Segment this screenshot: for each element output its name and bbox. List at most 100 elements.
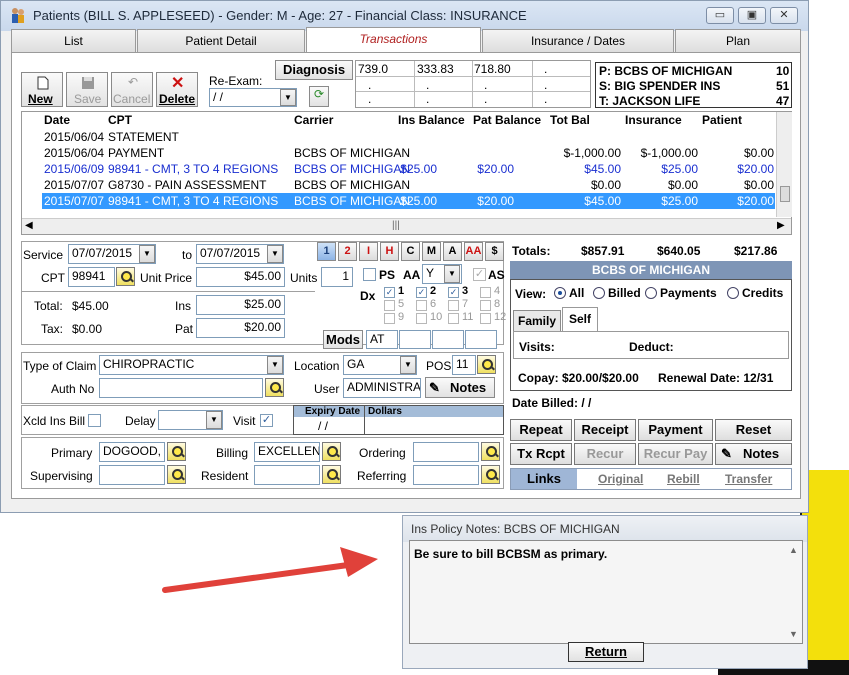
table-row[interactable]: 2015/06/04 PAYMENT BCBS OF MICHIGAN $-1,000…: [22, 145, 775, 161]
col-date[interactable]: Date: [44, 113, 70, 127]
mod3-field[interactable]: [432, 330, 464, 349]
payment-button[interactable]: Payment: [638, 419, 713, 441]
dx-cell[interactable]: .: [426, 92, 429, 106]
return-button[interactable]: Return: [568, 642, 644, 662]
dx-checkbox-5[interactable]: [384, 300, 395, 311]
dx-cell[interactable]: .: [368, 92, 371, 106]
col-ins-balance[interactable]: Ins Balance: [398, 113, 465, 127]
billing-provider-field[interactable]: EXCELLENT: [254, 442, 320, 462]
diagnosis-button[interactable]: Diagnosis: [275, 60, 353, 80]
subtab-self[interactable]: Self: [562, 307, 598, 332]
type-of-claim-dropdown-icon[interactable]: ▼: [267, 356, 283, 374]
xcld-ins-bill-checkbox[interactable]: [88, 414, 101, 427]
notes-button[interactable]: ✎ Notes: [425, 377, 495, 398]
vertical-scrollbar[interactable]: [776, 112, 792, 217]
scroll-down-icon[interactable]: ▼: [789, 629, 798, 639]
expiry-date-value[interactable]: / /: [318, 419, 328, 433]
dx-cell[interactable]: .: [368, 78, 371, 92]
aa-dropdown-icon[interactable]: ▼: [444, 265, 460, 283]
scroll-up-icon[interactable]: ▲: [789, 545, 798, 555]
ins-amount-field[interactable]: $25.00: [196, 295, 285, 315]
mods-button[interactable]: Mods: [323, 330, 363, 349]
maximize-button[interactable]: ▣: [738, 7, 766, 24]
dx-cell[interactable]: .: [544, 92, 547, 106]
ps-checkbox[interactable]: [363, 268, 376, 281]
col-insurance[interactable]: Insurance: [625, 113, 682, 127]
subtab-family[interactable]: Family: [513, 310, 561, 332]
unit-price-field[interactable]: $45.00: [196, 267, 285, 287]
close-button[interactable]: ✕: [770, 7, 798, 24]
dx-checkbox-1[interactable]: ✓: [384, 287, 395, 298]
col-patient[interactable]: Patient: [702, 113, 742, 127]
dx-checkbox-12[interactable]: [480, 313, 491, 324]
referring-provider-field[interactable]: [413, 465, 479, 485]
save-button[interactable]: Save: [66, 72, 108, 107]
receipt-button[interactable]: Receipt: [574, 419, 636, 441]
col-carrier[interactable]: Carrier: [294, 113, 333, 127]
mod-button-a[interactable]: A: [443, 242, 462, 261]
col-tot-bal[interactable]: Tot Bal: [550, 113, 590, 127]
dx-checkbox-11[interactable]: [448, 313, 459, 324]
tab-list[interactable]: List: [11, 29, 136, 53]
mod-button-m[interactable]: M: [422, 242, 441, 261]
primary-provider-field[interactable]: DOGOOD, F: [99, 442, 165, 462]
pos-search-icon[interactable]: [477, 355, 496, 374]
mod-button-c[interactable]: C: [401, 242, 420, 261]
cpt-field[interactable]: 98941: [68, 267, 115, 287]
dx-cell[interactable]: .: [544, 78, 547, 92]
radio-billed[interactable]: [593, 287, 605, 299]
resident-provider-field[interactable]: [254, 465, 320, 485]
new-button[interactable]: New: [21, 72, 63, 107]
mod4-field[interactable]: [465, 330, 497, 349]
supervising-provider-field[interactable]: [99, 465, 165, 485]
primary-search-icon[interactable]: [167, 442, 186, 461]
as-checkbox[interactable]: ✓: [473, 268, 486, 281]
mod-button-h[interactable]: H: [380, 242, 399, 261]
location-dropdown-icon[interactable]: ▼: [400, 356, 416, 374]
links-tab[interactable]: Links: [511, 469, 577, 489]
user-field[interactable]: ADMINISTRAT: [343, 378, 421, 398]
radio-all[interactable]: [554, 287, 566, 299]
repeat-button[interactable]: Repeat: [510, 419, 572, 441]
table-row[interactable]: 2015/06/09 98941 - CMT, 3 TO 4 REGIONS BCB…: [22, 161, 775, 177]
mod1-field[interactable]: AT: [366, 330, 398, 349]
notes-text-area[interactable]: Be sure to bill BCBSM as primary. ▲ ▼: [409, 540, 803, 644]
dx-cell[interactable]: 739.0: [358, 62, 388, 76]
dx-checkbox-6[interactable]: [416, 300, 427, 311]
tab-patient-detail[interactable]: Patient Detail: [137, 29, 305, 53]
transfer-link[interactable]: Transfer: [725, 472, 772, 486]
delete-button[interactable]: ✕ Delete: [156, 72, 198, 107]
mod-button-dollar[interactable]: $: [485, 242, 504, 261]
service-from-dropdown-icon[interactable]: ▼: [139, 245, 155, 263]
type-of-claim-select[interactable]: CHIROPRACTIC: [99, 355, 284, 375]
pat-amount-field[interactable]: $20.00: [196, 318, 285, 338]
minimize-button[interactable]: ▭: [706, 7, 734, 24]
dx-cell[interactable]: .: [426, 78, 429, 92]
dx-cell[interactable]: .: [544, 62, 547, 76]
mod-button-2[interactable]: 2: [338, 242, 357, 261]
col-pat-balance[interactable]: Pat Balance: [473, 113, 541, 127]
cancel-button[interactable]: ↶ Cancel: [111, 72, 153, 107]
supervising-search-icon[interactable]: [167, 465, 186, 484]
mod-button-aa[interactable]: AA: [464, 242, 483, 261]
service-to-dropdown-icon[interactable]: ▼: [267, 245, 283, 263]
horizontal-scrollbar[interactable]: ◀ ▶ |||: [22, 218, 791, 234]
dx-cell[interactable]: .: [484, 92, 487, 106]
referring-search-icon[interactable]: [481, 465, 500, 484]
resident-search-icon[interactable]: [322, 465, 341, 484]
auth-search-icon[interactable]: [265, 378, 284, 397]
original-link[interactable]: Original: [598, 472, 643, 486]
units-field[interactable]: 1: [321, 267, 353, 287]
dx-cell[interactable]: .: [484, 78, 487, 92]
recur-log-button[interactable]: Recur Log: [574, 443, 636, 481]
tab-plan[interactable]: Plan: [675, 29, 801, 53]
dx-checkbox-8[interactable]: [480, 300, 491, 311]
mod-button-1[interactable]: 1: [317, 242, 336, 261]
mod2-field[interactable]: [399, 330, 431, 349]
dx-checkbox-9[interactable]: [384, 313, 395, 324]
tx-rcpt-button[interactable]: Tx Rcpt: [510, 443, 572, 465]
col-cpt[interactable]: CPT: [108, 113, 132, 127]
table-row[interactable]: 2015/07/07 G8730 - PAIN ASSESSMENT BCBS OF…: [22, 177, 775, 193]
ordering-search-icon[interactable]: [481, 442, 500, 461]
visit-checkbox[interactable]: ✓: [260, 414, 273, 427]
